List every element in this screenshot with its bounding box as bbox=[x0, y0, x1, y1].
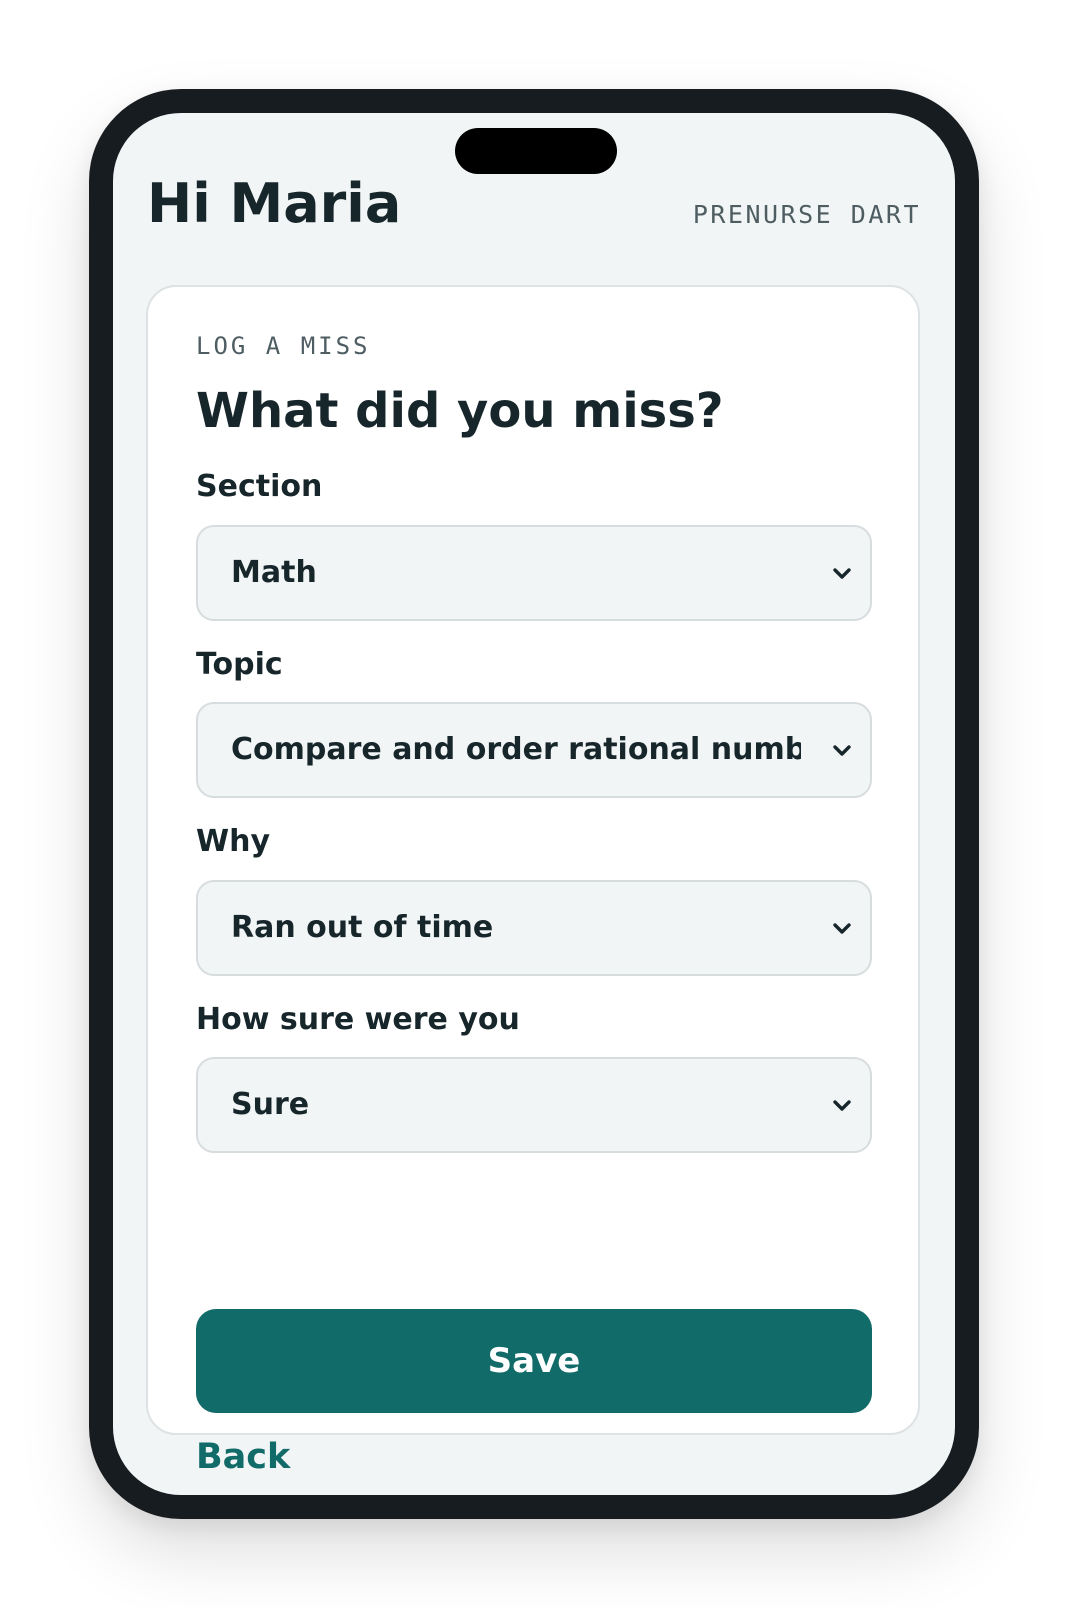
topic-select[interactable]: Compare and order rational numbers bbox=[196, 702, 872, 798]
why-select-value: Ran out of time bbox=[231, 910, 494, 945]
section-select[interactable]: Math bbox=[196, 525, 872, 621]
section-label: Section bbox=[196, 469, 323, 504]
camera-notch bbox=[455, 128, 617, 174]
confidence-label: How sure were you bbox=[196, 1002, 520, 1037]
phone-frame: Hi Maria PRENURSE DART LOG A MISS What d… bbox=[89, 89, 979, 1519]
topic-label: Topic bbox=[196, 647, 283, 682]
brand-name: PRENURSE DART bbox=[692, 200, 921, 229]
chevron-down-icon bbox=[833, 745, 851, 756]
card-title: What did you miss? bbox=[196, 383, 724, 439]
chevron-down-icon bbox=[833, 568, 851, 579]
chevron-down-icon bbox=[833, 1100, 851, 1111]
greeting-title: Hi Maria bbox=[147, 172, 402, 235]
confidence-select[interactable]: Sure bbox=[196, 1057, 872, 1153]
back-link[interactable]: Back bbox=[196, 1435, 290, 1479]
why-label: Why bbox=[196, 824, 271, 859]
section-select-value: Math bbox=[231, 555, 317, 590]
confidence-select-value: Sure bbox=[231, 1087, 310, 1122]
log-miss-card: LOG A MISS What did you miss? Section Ma… bbox=[146, 285, 920, 1477]
topic-select-value: Compare and order rational numbers bbox=[231, 732, 801, 767]
page-background: Hi Maria PRENURSE DART LOG A MISS What d… bbox=[0, 0, 1068, 1608]
chevron-down-icon bbox=[833, 923, 851, 934]
card-eyebrow: LOG A MISS bbox=[196, 332, 371, 360]
save-button[interactable]: Save bbox=[196, 1309, 872, 1413]
phone-screen: Hi Maria PRENURSE DART LOG A MISS What d… bbox=[113, 113, 955, 1495]
why-select[interactable]: Ran out of time bbox=[196, 880, 872, 976]
